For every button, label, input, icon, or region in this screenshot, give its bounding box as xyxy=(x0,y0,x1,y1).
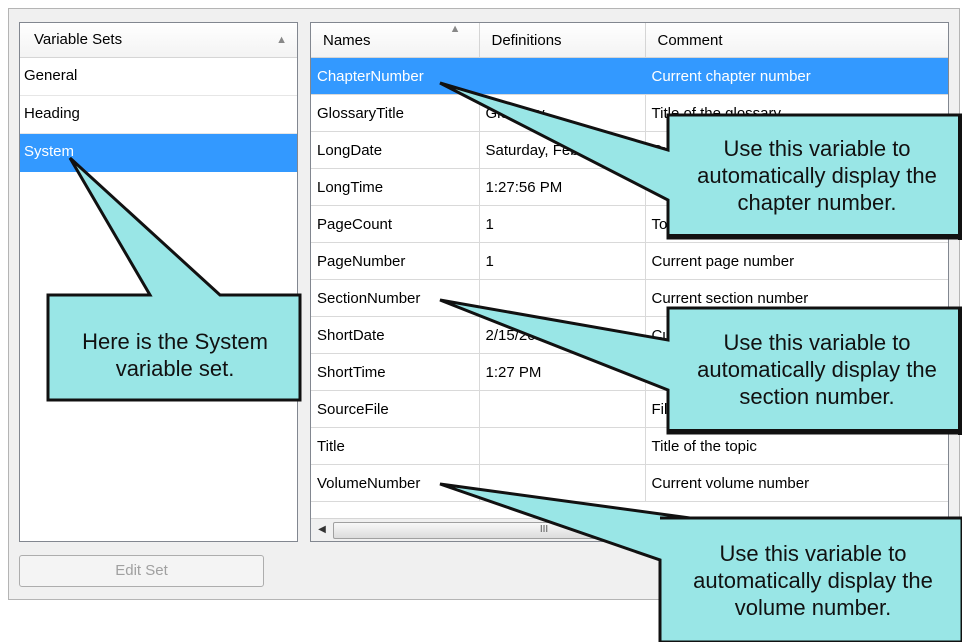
callout-system-text: Here is the System variable set. xyxy=(82,329,268,381)
callout-section-text: Use this variable to automatically displ… xyxy=(697,330,937,409)
callout-volume-text: Use this variable to automatically displ… xyxy=(693,541,933,620)
callout-chapter-text: Use this variable to automatically displ… xyxy=(697,136,937,215)
